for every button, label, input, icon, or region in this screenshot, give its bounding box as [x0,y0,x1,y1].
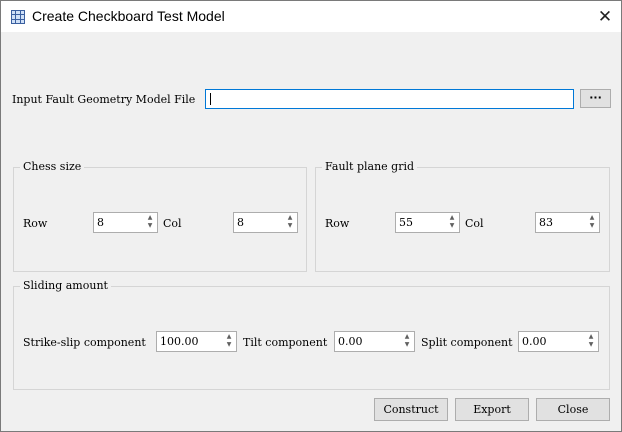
strike-slip-value: 100.00 [160,335,199,348]
browse-button[interactable]: ··· [580,89,611,108]
spin-up-icon[interactable]: ▲ [224,333,234,341]
grid-row-value: 55 [399,216,413,229]
title-bar: Create Checkboard Test Model ✕ [1,1,621,32]
construct-button[interactable]: Construct [374,398,448,421]
spin-up-icon[interactable]: ▲ [447,214,457,222]
spin-arrows[interactable]: ▲ ▼ [587,214,597,231]
close-button[interactable]: Close [536,398,610,421]
close-button-label: Close [557,403,589,416]
spin-up-icon[interactable]: ▲ [586,333,596,341]
spin-down-icon[interactable]: ▼ [447,222,457,230]
chess-row-label: Row [23,217,48,230]
construct-button-label: Construct [383,403,439,416]
close-icon: ✕ [597,7,613,27]
chess-size-title: Chess size [20,160,85,173]
spin-down-icon[interactable]: ▼ [224,341,234,349]
spin-up-icon[interactable]: ▲ [285,214,295,222]
strike-slip-label: Strike-slip component [23,336,146,349]
grid-col-spinbox[interactable]: 83 ▲ ▼ [535,212,600,233]
browse-button-label: ··· [589,91,602,104]
grid-row-spinbox[interactable]: 55 ▲ ▼ [395,212,460,233]
dialog-window: Create Checkboard Test Model ✕ Input Fau… [0,0,622,432]
chess-col-label: Col [163,217,182,230]
text-caret [210,93,211,105]
spin-arrows[interactable]: ▲ ▼ [224,333,234,350]
spin-up-icon[interactable]: ▲ [145,214,155,222]
tilt-spinbox[interactable]: 0.00 ▲ ▼ [334,331,415,352]
grid-icon [11,10,25,24]
file-label: Input Fault Geometry Model File [12,93,196,106]
grid-col-label: Col [465,217,484,230]
split-spinbox[interactable]: 0.00 ▲ ▼ [518,331,599,352]
tilt-value: 0.00 [338,335,363,348]
fault-plane-grid-title: Fault plane grid [322,160,418,173]
spin-down-icon[interactable]: ▼ [587,222,597,230]
spin-down-icon[interactable]: ▼ [586,341,596,349]
split-label: Split component [421,336,513,349]
export-button-label: Export [473,403,511,416]
grid-col-value: 83 [539,216,553,229]
chess-row-spinbox[interactable]: 8 ▲ ▼ [93,212,158,233]
spin-arrows[interactable]: ▲ ▼ [586,333,596,350]
spin-down-icon[interactable]: ▼ [145,222,155,230]
chess-col-spinbox[interactable]: 8 ▲ ▼ [233,212,298,233]
spin-down-icon[interactable]: ▼ [402,341,412,349]
close-window-button[interactable]: ✕ [594,6,616,28]
export-button[interactable]: Export [455,398,529,421]
spin-up-icon[interactable]: ▲ [402,333,412,341]
spin-up-icon[interactable]: ▲ [587,214,597,222]
grid-row-label: Row [325,217,350,230]
spin-arrows[interactable]: ▲ ▼ [402,333,412,350]
window-title: Create Checkboard Test Model [32,8,225,24]
chess-row-value: 8 [97,216,104,229]
spin-arrows[interactable]: ▲ ▼ [447,214,457,231]
fault-model-file-input[interactable] [205,89,574,109]
split-value: 0.00 [522,335,547,348]
strike-slip-spinbox[interactable]: 100.00 ▲ ▼ [156,331,237,352]
chess-col-value: 8 [237,216,244,229]
spin-arrows[interactable]: ▲ ▼ [145,214,155,231]
spin-arrows[interactable]: ▲ ▼ [285,214,295,231]
spin-down-icon[interactable]: ▼ [285,222,295,230]
sliding-amount-title: Sliding amount [20,279,111,292]
tilt-label: Tilt component [243,336,328,349]
